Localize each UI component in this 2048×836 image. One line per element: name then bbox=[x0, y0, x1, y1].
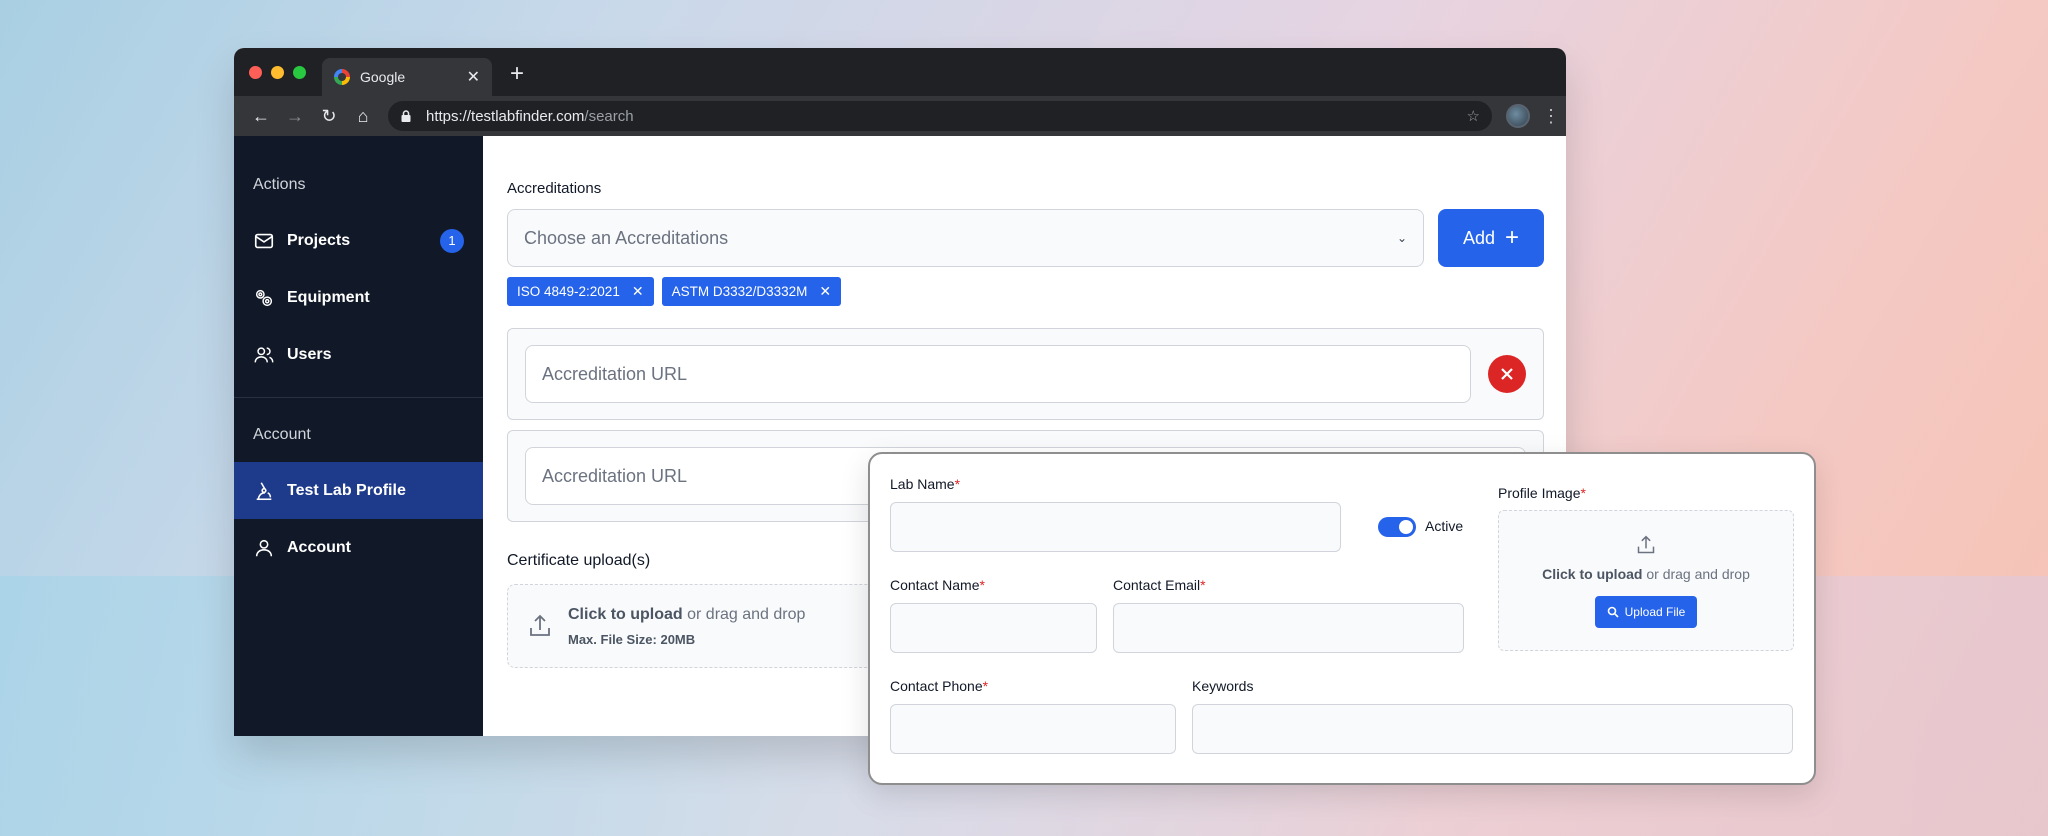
url-placeholder: Accreditation URL bbox=[542, 465, 688, 486]
accreditations-label: Accreditations bbox=[507, 180, 602, 197]
user-icon bbox=[255, 539, 273, 556]
sidebar-item-users[interactable]: Users bbox=[234, 326, 483, 383]
certificate-dropzone[interactable]: Click to upload or drag and drop Max. Fi… bbox=[507, 584, 927, 668]
chip-label: ASTM D3332/D3332M bbox=[671, 284, 808, 299]
url-placeholder: Accreditation URL bbox=[542, 363, 688, 384]
google-favicon-icon bbox=[334, 69, 350, 85]
sidebar-item-test-lab-profile[interactable]: Test Lab Profile bbox=[234, 462, 483, 519]
gears-icon bbox=[255, 289, 273, 306]
sidebar-section-account: Account bbox=[253, 426, 311, 443]
microscope-icon bbox=[256, 481, 272, 500]
back-icon[interactable]: ← bbox=[244, 106, 278, 127]
remove-chip-icon[interactable]: ✕ bbox=[632, 283, 644, 300]
upload-icon bbox=[530, 614, 550, 636]
contact-email-label: Contact Email* bbox=[1113, 577, 1206, 593]
add-accreditation-button[interactable]: Add + bbox=[1438, 209, 1544, 267]
chip-label: ISO 4849-2:2021 bbox=[517, 284, 620, 299]
sidebar-item-label: Projects bbox=[287, 231, 351, 249]
mail-icon bbox=[254, 233, 274, 248]
browser-tab[interactable]: Google ✕ bbox=[322, 58, 492, 96]
new-tab-button[interactable]: + bbox=[510, 60, 524, 88]
browser-menu-icon[interactable]: ⋮ bbox=[1542, 106, 1560, 127]
profile-click-to-upload[interactable]: Click to upload bbox=[1542, 566, 1642, 582]
minimize-window-button[interactable] bbox=[271, 66, 284, 79]
reload-icon[interactable]: ↻ bbox=[312, 106, 346, 127]
plus-icon: + bbox=[1505, 224, 1520, 251]
maximize-window-button[interactable] bbox=[293, 66, 306, 79]
accreditation-url-card: Accreditation URL bbox=[507, 328, 1544, 420]
sidebar-item-label: Users bbox=[287, 345, 332, 363]
forward-icon[interactable]: → bbox=[278, 106, 312, 127]
active-label: Active bbox=[1425, 518, 1464, 534]
bookmark-star-icon[interactable]: ☆ bbox=[1467, 107, 1480, 125]
accreditation-chip: ISO 4849-2:2021 ✕ bbox=[507, 277, 654, 306]
active-toggle[interactable] bbox=[1378, 517, 1416, 537]
upload-icon bbox=[1637, 535, 1655, 553]
upload-file-button[interactable]: Upload File bbox=[1594, 595, 1698, 628]
drag-drop-text: or drag and drop bbox=[682, 605, 806, 623]
tab-title: Google bbox=[360, 69, 406, 85]
sidebar-item-label: Test Lab Profile bbox=[287, 481, 406, 499]
home-icon[interactable]: ⌂ bbox=[346, 106, 380, 127]
click-to-upload[interactable]: Click to upload bbox=[568, 606, 683, 623]
users-icon bbox=[254, 346, 274, 362]
browser-toolbar: ← → ↻ ⌂ https://testlabfinder.com/search… bbox=[234, 96, 1566, 136]
profile-drag-drop: or drag and drop bbox=[1642, 565, 1750, 582]
url-host: https://testlabfinder.com bbox=[426, 107, 585, 125]
accreditation-url-input[interactable]: Accreditation URL bbox=[525, 345, 1471, 403]
accreditations-select[interactable]: Choose an Accreditations ⌄ bbox=[507, 209, 1424, 267]
title-bar: Google ✕ + bbox=[234, 48, 1566, 96]
contact-name-label: Contact Name* bbox=[890, 577, 985, 593]
contact-name-input[interactable] bbox=[890, 603, 1097, 653]
contact-email-input[interactable] bbox=[1113, 603, 1464, 653]
search-icon bbox=[1607, 606, 1619, 618]
sidebar: Actions Projects 1 Equipment Users Accou… bbox=[234, 136, 483, 736]
url-path: /search bbox=[584, 107, 634, 125]
select-placeholder: Choose an Accreditations bbox=[524, 227, 729, 248]
tab-close-icon[interactable]: ✕ bbox=[467, 67, 480, 87]
address-bar[interactable]: https://testlabfinder.com/search ☆ bbox=[388, 101, 1492, 131]
sidebar-divider bbox=[234, 397, 483, 398]
add-button-label: Add bbox=[1462, 227, 1495, 248]
close-window-button[interactable] bbox=[249, 66, 262, 79]
projects-count-badge: 1 bbox=[440, 228, 464, 253]
remove-url-button[interactable] bbox=[1488, 355, 1526, 393]
max-file-size: Max. File Size: 20MB bbox=[568, 631, 696, 647]
lab-name-label: Lab Name* bbox=[890, 476, 961, 492]
sidebar-section-actions: Actions bbox=[253, 176, 306, 193]
close-icon bbox=[1501, 368, 1513, 380]
profile-image-dropzone[interactable]: Click to upload or drag and drop Upload … bbox=[1498, 510, 1794, 651]
lab-name-input[interactable] bbox=[890, 502, 1341, 552]
sidebar-item-label: Account bbox=[287, 538, 351, 556]
sidebar-item-equipment[interactable]: Equipment bbox=[234, 269, 483, 326]
sidebar-item-label: Equipment bbox=[287, 288, 370, 306]
chevron-down-icon: ⌄ bbox=[1396, 231, 1407, 245]
accreditation-chips: ISO 4849-2:2021 ✕ ASTM D3332/D3332M ✕ bbox=[507, 277, 1544, 306]
upload-file-label: Upload File bbox=[1624, 604, 1686, 619]
sidebar-item-account[interactable]: Account bbox=[234, 519, 483, 576]
sidebar-item-projects[interactable]: Projects 1 bbox=[234, 212, 483, 269]
profile-image-label: Profile Image* bbox=[1498, 485, 1586, 501]
contact-phone-input[interactable] bbox=[890, 704, 1176, 754]
remove-chip-icon[interactable]: ✕ bbox=[819, 283, 831, 300]
keywords-input[interactable] bbox=[1192, 704, 1793, 754]
keywords-label: Keywords bbox=[1192, 678, 1254, 694]
lab-profile-form-card: Lab Name* Active Profile Image* Click to… bbox=[868, 452, 1816, 785]
contact-phone-label: Contact Phone* bbox=[890, 678, 989, 694]
lock-icon bbox=[401, 110, 411, 122]
profile-avatar[interactable] bbox=[1506, 104, 1530, 128]
accreditation-chip: ASTM D3332/D3332M ✕ bbox=[661, 277, 842, 306]
